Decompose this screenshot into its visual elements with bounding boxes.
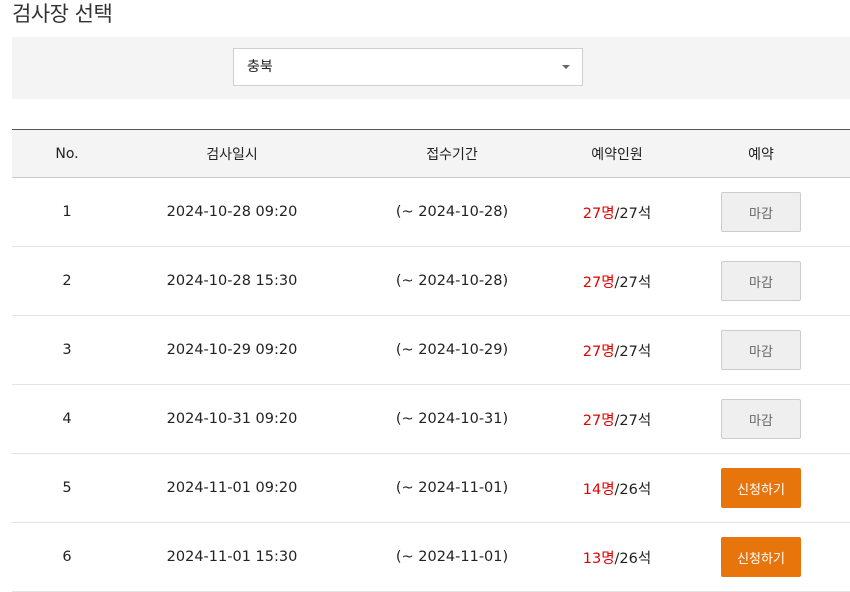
seat-capacity: /27석 — [614, 205, 652, 222]
reception-period: (~ 2024-10-28) — [342, 177, 562, 247]
table-row: 6 2024-11-01 15:30 (~ 2024-11-01) 13명/26… — [12, 522, 850, 592]
reception-period: (~ 2024-10-28) — [342, 246, 562, 316]
table-header: No. 검사일시 접수기간 예약인원 예약 — [12, 129, 850, 178]
table-row: 1 2024-10-28 09:20 (~ 2024-10-28) 27명/27… — [12, 177, 850, 247]
reception-period: (~ 2024-10-31) — [342, 384, 562, 454]
exam-datetime: 2024-11-01 15:30 — [122, 522, 342, 592]
region-select[interactable]: 충북 — [233, 48, 583, 86]
page-title: 검사장 선택 — [12, 2, 113, 26]
table-row: 3 2024-10-29 09:20 (~ 2024-10-29) 27명/27… — [12, 315, 850, 385]
reservation-cell: 마감 — [672, 315, 850, 385]
reserved-count: 13명 — [582, 550, 615, 567]
reservation-count: 27명/27석 — [562, 246, 672, 316]
seat-capacity: /26석 — [614, 550, 652, 567]
reservation-count: 14명/26석 — [562, 453, 672, 523]
row-number: 5 — [12, 453, 122, 523]
reservation-count: 13명/26석 — [562, 522, 672, 592]
closed-button[interactable]: 마감 — [721, 192, 801, 232]
reservation-cell: 마감 — [672, 384, 850, 454]
reservation-cell: 마감 — [672, 246, 850, 316]
seat-capacity: /27석 — [614, 412, 652, 429]
closed-button[interactable]: 마감 — [721, 261, 801, 301]
table-row: 2 2024-10-28 15:30 (~ 2024-10-28) 27명/27… — [12, 246, 850, 316]
exam-datetime: 2024-10-28 15:30 — [122, 246, 342, 316]
reservation-cell: 마감 — [672, 177, 850, 247]
seat-capacity: /27석 — [614, 343, 652, 360]
row-number: 3 — [12, 315, 122, 385]
row-number: 1 — [12, 177, 122, 247]
region-filter-bar: 충북 — [12, 37, 850, 99]
reservation-count: 27명/27석 — [562, 315, 672, 385]
row-number: 2 — [12, 246, 122, 316]
caret-down-icon — [562, 65, 570, 69]
table-header-row: No. 검사일시 접수기간 예약인원 예약 — [12, 129, 850, 178]
exam-datetime: 2024-10-28 09:20 — [122, 177, 342, 247]
table-row: 4 2024-10-31 09:20 (~ 2024-10-31) 27명/27… — [12, 384, 850, 454]
reserved-count: 27명 — [582, 205, 615, 222]
reception-period: (~ 2024-11-01) — [342, 453, 562, 523]
apply-button[interactable]: 신청하기 — [721, 468, 801, 508]
reservation-cell: 신청하기 — [672, 522, 850, 592]
seat-capacity: /27석 — [614, 274, 652, 291]
seat-capacity: /26석 — [614, 481, 652, 498]
exam-datetime: 2024-10-31 09:20 — [122, 384, 342, 454]
exam-datetime: 2024-11-01 09:20 — [122, 453, 342, 523]
reception-period: (~ 2024-10-29) — [342, 315, 562, 385]
column-header-exam-datetime: 검사일시 — [122, 129, 342, 178]
closed-button[interactable]: 마감 — [721, 399, 801, 439]
reserved-count: 27명 — [582, 343, 615, 360]
reserved-count: 14명 — [582, 481, 615, 498]
column-header-no: No. — [12, 129, 122, 178]
reception-period: (~ 2024-11-01) — [342, 522, 562, 592]
exam-schedule-table: No. 검사일시 접수기간 예약인원 예약 1 2024-10-28 09:20… — [12, 129, 850, 592]
exam-datetime: 2024-10-29 09:20 — [122, 315, 342, 385]
column-header-reservation: 예약 — [672, 129, 850, 178]
row-number: 6 — [12, 522, 122, 592]
table-row: 5 2024-11-01 09:20 (~ 2024-11-01) 14명/26… — [12, 453, 850, 523]
apply-button[interactable]: 신청하기 — [721, 537, 801, 577]
reservation-count: 27명/27석 — [562, 384, 672, 454]
region-select-value: 충북 — [247, 59, 273, 75]
reserved-count: 27명 — [582, 412, 615, 429]
reserved-count: 27명 — [582, 274, 615, 291]
closed-button[interactable]: 마감 — [721, 330, 801, 370]
column-header-reservation-count: 예약인원 — [562, 129, 672, 178]
row-number: 4 — [12, 384, 122, 454]
reservation-count: 27명/27석 — [562, 177, 672, 247]
reservation-cell: 신청하기 — [672, 453, 850, 523]
column-header-reception-period: 접수기간 — [342, 129, 562, 178]
